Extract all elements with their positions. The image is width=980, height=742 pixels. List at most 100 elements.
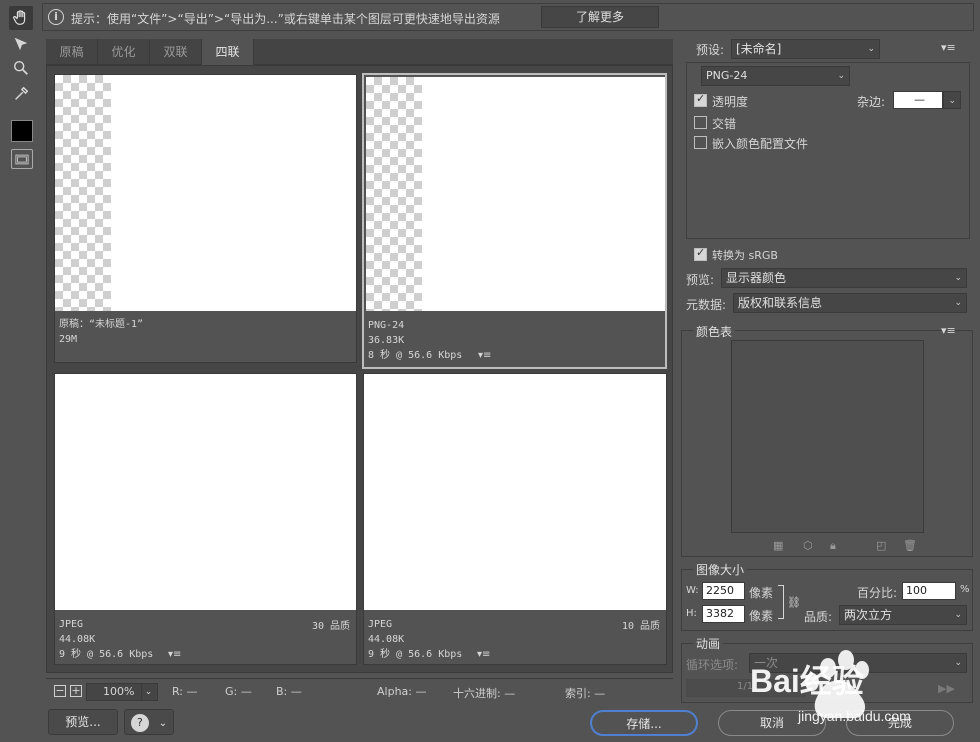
chevron-down-icon: ⌄ xyxy=(837,71,845,81)
preview-image xyxy=(55,374,356,610)
pane-size: 44.08K xyxy=(59,634,96,645)
matte-dropdown[interactable]: ⌄ xyxy=(943,91,961,109)
new-color-icon[interactable]: ◰ xyxy=(876,539,886,552)
trash-icon[interactable]: 🗑︎ xyxy=(903,539,917,552)
pane-info: PNG-24 36.83K 8 秒 @ 56.6 Kbps xyxy=(368,318,462,363)
percent-unit: % xyxy=(960,584,970,595)
height-input[interactable]: 3382 xyxy=(702,605,745,623)
transparency-checkerboard xyxy=(55,75,111,311)
preview-pane-jpeg-10[interactable]: JPEG 44.08K 9 秒 @ 56.6 Kbps 10 品质 ▾≡ xyxy=(363,373,667,665)
eyedropper-color-swatch[interactable] xyxy=(11,120,33,142)
preview-image xyxy=(55,75,356,311)
metadata-select[interactable]: 版权和联系信息 ⌄ xyxy=(733,293,967,313)
toggle-slices-icon[interactable] xyxy=(11,149,33,169)
pane-menu-icon[interactable]: ▾≡ xyxy=(168,649,181,660)
tab-original[interactable]: 原稿 xyxy=(46,39,98,65)
tab-2-up[interactable]: 双联 xyxy=(150,39,202,65)
green-readout: G: — xyxy=(225,685,252,698)
percent-label: 百分比: xyxy=(857,586,898,600)
metadata-value: 版权和联系信息 xyxy=(738,296,823,310)
preview-pane-jpeg-30[interactable]: JPEG 44.08K 9 秒 @ 56.6 Kbps 30 品质 ▾≡ xyxy=(54,373,357,665)
interlaced-checkbox[interactable] xyxy=(694,116,707,129)
preview-mode-label: 预览: xyxy=(686,273,715,287)
chevron-down-icon: ⌄ xyxy=(954,610,962,620)
tab-optimized[interactable]: 优化 xyxy=(98,39,150,65)
pane-size: 36.83K xyxy=(368,335,405,346)
chevron-down-icon: ⌄ xyxy=(948,96,956,106)
hint-text: 提示：使用“文件”>“导出”>“导出为...”或右键单击某个图层可更快速地导出资… xyxy=(71,12,500,26)
map-transparent-icon[interactable]: ▦ xyxy=(773,539,783,552)
preview-button[interactable]: 预览... xyxy=(48,709,118,735)
baidu-watermark: Bai经验 jingyan.baidu.com xyxy=(748,636,980,742)
zoom-tool-icon[interactable] xyxy=(9,56,33,80)
pane-download-time: 8 秒 @ 56.6 Kbps xyxy=(368,350,463,361)
width-label: W: xyxy=(686,585,699,596)
format-select[interactable]: PNG-24 ⌄ xyxy=(701,66,850,86)
pane-title: 原稿：“未标题-1” xyxy=(59,319,144,330)
preview-pane-png24[interactable]: PNG-24 36.83K 8 秒 @ 56.6 Kbps ▾≡ xyxy=(362,73,667,369)
preview-image xyxy=(364,374,666,610)
hint-bar: i 提示：使用“文件”>“导出”>“导出为...”或右键单击某个图层可更快速地导… xyxy=(42,3,974,31)
resample-quality-label: 品质: xyxy=(804,610,833,624)
hand-tool-icon[interactable] xyxy=(9,6,33,30)
pane-format: PNG-24 xyxy=(368,320,405,331)
embed-profile-checkbox[interactable] xyxy=(694,136,707,149)
convert-srgb-checkbox[interactable] xyxy=(694,246,707,261)
lock-color-icon[interactable]: 🔒︎ xyxy=(830,539,836,553)
browser-preview-button[interactable]: ? ⌄ xyxy=(124,709,174,735)
pane-quality: 10 品质 xyxy=(621,621,660,632)
matte-swatch[interactable]: — xyxy=(893,91,943,109)
pane-download-time: 9 秒 @ 56.6 Kbps xyxy=(368,649,463,660)
transparency-label: 透明度 xyxy=(712,95,749,109)
pane-format: JPEG xyxy=(368,619,393,630)
red-readout: R: — xyxy=(172,685,198,698)
preview-pane-original[interactable]: 原稿：“未标题-1” 29M xyxy=(54,74,357,363)
pane-info: JPEG 44.08K 9 秒 @ 56.6 Kbps xyxy=(59,617,153,662)
preview-mode-select[interactable]: 显示器颜色 ⌄ xyxy=(721,268,967,288)
zoom-value: 100% xyxy=(103,685,135,698)
slice-select-tool-icon[interactable] xyxy=(9,32,33,56)
pane-quality: 30 品质 xyxy=(311,621,350,632)
preview-area: 原稿：“未标题-1” 29M PNG-24 36.83K 8 秒 @ 56.6 … xyxy=(46,65,673,673)
zoom-select[interactable]: 100% ⌄ xyxy=(86,683,158,701)
settings-menu-icon[interactable]: ▾≡ xyxy=(941,41,956,54)
tab-4-up[interactable]: 四联 xyxy=(202,39,254,65)
watermark-url: jingyan.baidu.com xyxy=(798,708,911,724)
tool-panel xyxy=(0,0,38,742)
preview-image xyxy=(366,77,665,311)
zoom-out-button[interactable]: − xyxy=(54,685,66,697)
eyedropper-tool-icon[interactable] xyxy=(9,82,33,106)
width-input[interactable]: 2250 xyxy=(702,582,745,600)
learn-more-button[interactable]: 了解更多 xyxy=(541,6,659,28)
color-table-swatches[interactable] xyxy=(731,340,924,533)
color-table-menu-icon[interactable]: ▾≡ xyxy=(941,324,956,337)
resample-quality-select[interactable]: 两次立方 ⌄ xyxy=(839,605,967,625)
chevron-down-icon: ⌄ xyxy=(954,273,962,283)
link-icon[interactable]: ⛓︎ xyxy=(787,596,801,609)
web-snap-icon[interactable]: ⬡ xyxy=(803,539,813,552)
view-tabs: 原稿 优化 双联 四联 xyxy=(46,39,673,65)
preset-select[interactable]: [未命名] ⌄ xyxy=(731,39,880,59)
constrain-bracket xyxy=(778,585,784,619)
pane-download-time: 9 秒 @ 56.6 Kbps xyxy=(59,649,154,660)
format-value: PNG-24 xyxy=(706,69,748,82)
pane-menu-icon[interactable]: ▾≡ xyxy=(477,649,490,660)
preview-mode-value: 显示器颜色 xyxy=(726,271,787,285)
hex-readout: 十六进制: — xyxy=(453,687,516,700)
transparency-checkbox[interactable] xyxy=(694,92,707,107)
pane-format: JPEG xyxy=(59,619,84,630)
metadata-label: 元数据: xyxy=(686,298,727,312)
interlaced-label: 交错 xyxy=(712,117,737,131)
pane-size: 44.08K xyxy=(368,634,405,645)
pane-menu-icon[interactable]: ▾≡ xyxy=(478,350,491,361)
watermark-brand: Bai经验 xyxy=(750,663,864,699)
alpha-readout: Alpha: — xyxy=(377,685,427,698)
save-button[interactable]: 存储... xyxy=(590,710,698,736)
index-readout: 索引: — xyxy=(565,687,606,700)
convert-srgb-label: 转换为 sRGB xyxy=(712,249,778,262)
zoom-in-button[interactable]: + xyxy=(70,685,82,697)
matte-label: 杂边: xyxy=(857,95,886,109)
percent-input[interactable]: 100 xyxy=(902,582,956,600)
chevron-down-icon: ⌄ xyxy=(954,298,962,308)
embed-profile-label: 嵌入颜色配置文件 xyxy=(712,137,809,151)
